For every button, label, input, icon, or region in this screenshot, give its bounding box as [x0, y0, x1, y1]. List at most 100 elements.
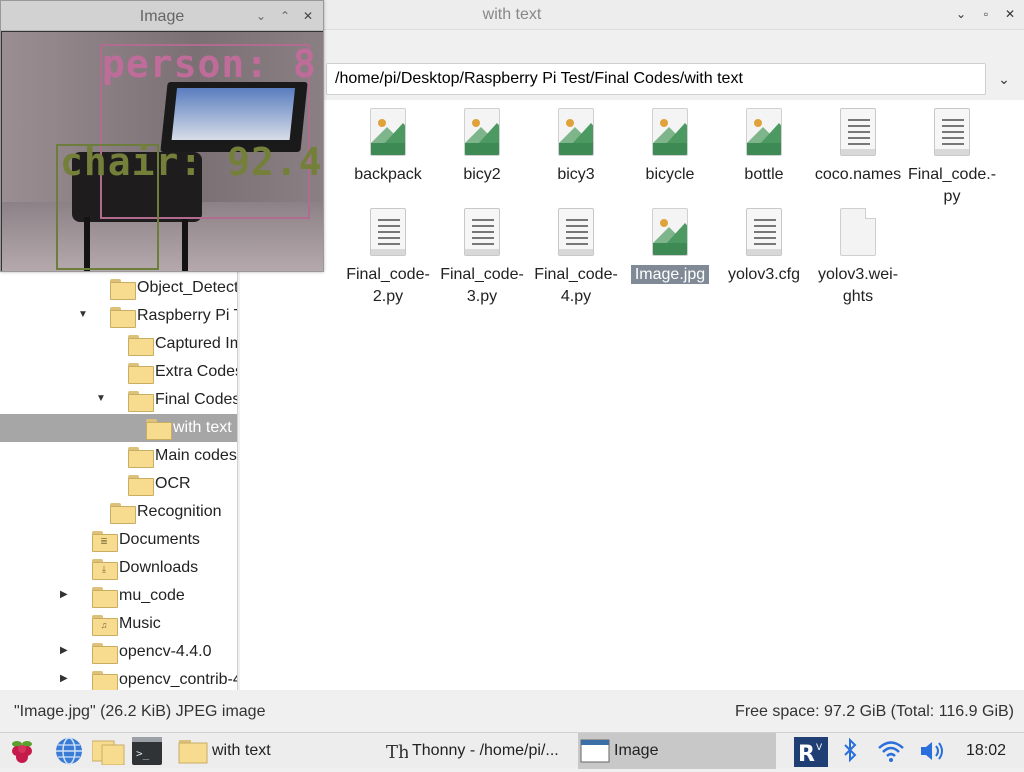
path-input[interactable]: [326, 63, 986, 95]
file-item[interactable]: Final_code.-py: [906, 108, 998, 208]
file-item[interactable]: Final_code- 3.py: [436, 208, 528, 308]
file-name: Image.jpg: [624, 264, 716, 286]
text-file-icon: [840, 108, 876, 156]
file-item[interactable]: coco.names: [812, 108, 904, 186]
taskbar-task[interactable]: Th Thonny - /home/pi/...: [380, 733, 576, 769]
file-item[interactable]: bicy3: [530, 108, 622, 186]
folder-icon: [92, 587, 118, 608]
file-item[interactable]: yolov3.wei-ghts: [812, 208, 904, 308]
file-item[interactable]: yolov3.cfg: [718, 208, 810, 286]
folder-icon: [110, 307, 136, 328]
image-maximize-button[interactable]: ⌃: [278, 9, 292, 23]
tree-item-label: Recognition: [137, 503, 222, 520]
file-name-line: py: [943, 188, 961, 205]
folder-icon: [128, 391, 154, 412]
image-file-icon: [370, 108, 406, 156]
file-name-text: bicycle: [645, 166, 695, 183]
file-name: bottle: [718, 164, 810, 186]
image-close-button[interactable]: ✕: [301, 9, 315, 23]
vnc-icon[interactable]: RV: [794, 737, 828, 767]
image-window-title-bar[interactable]: Image ⌄ ⌃ ✕: [1, 1, 323, 31]
file-item[interactable]: Final_code- 2.py: [342, 208, 434, 308]
file-name-text: bicy3: [557, 166, 595, 183]
tree-item[interactable]: with text: [0, 414, 237, 442]
file-item[interactable]: Image.jpg: [624, 208, 716, 286]
tree-item[interactable]: ▼ Raspberry Pi Tes: [0, 302, 237, 330]
tree-item[interactable]: ≣ Documents: [0, 526, 237, 554]
file-item[interactable]: backpack: [342, 108, 434, 186]
file-name: backpack: [342, 164, 434, 186]
tree-item-label: Object_Detection: [137, 279, 238, 296]
tree-item[interactable]: Main codes.py: [0, 442, 237, 470]
expanded-arrow-icon[interactable]: ▼: [78, 310, 88, 320]
tree-item[interactable]: ▶ mu_code: [0, 582, 237, 610]
image-file-icon: [464, 108, 500, 156]
tree-item[interactable]: Extra Codes: [0, 358, 237, 386]
tree-item-label: Main codes.py: [155, 447, 237, 464]
file-name-text: coco.names: [814, 166, 902, 183]
tree-item[interactable]: Recognition: [0, 498, 237, 526]
file-item[interactable]: bicy2: [436, 108, 528, 186]
taskbar-task-label: Thonny - /home/pi/...: [412, 742, 559, 759]
file-name-text: yolov3.cfg: [727, 266, 801, 283]
folder-icon: ⤓: [92, 559, 118, 580]
tree-item-label: Captured Imag: [155, 335, 237, 352]
expanded-arrow-icon[interactable]: ▼: [96, 394, 106, 404]
tree-item-label: Final Codes: [155, 391, 238, 408]
minimize-button[interactable]: ⌄: [954, 7, 968, 21]
close-button[interactable]: ✕: [1003, 7, 1017, 21]
chair-label: chair: 92.4: [60, 140, 323, 184]
file-item[interactable]: bicycle: [624, 108, 716, 186]
tree-item-label: OCR: [155, 475, 191, 492]
clock[interactable]: 18:02: [966, 733, 1016, 769]
image-window[interactable]: Image ⌄ ⌃ ✕ person: 8 chair: 92.4: [0, 0, 324, 272]
collapsed-arrow-icon[interactable]: ▶: [60, 646, 70, 656]
file-name-text: bottle: [744, 166, 784, 183]
image-window-title: Image: [139, 8, 185, 25]
collapsed-arrow-icon[interactable]: ▶: [60, 590, 70, 600]
taskbar-task[interactable]: Image: [578, 733, 776, 769]
tree-item[interactable]: ▶ opencv-4.4.0: [0, 638, 237, 666]
file-name-line: Final_code-: [534, 266, 618, 283]
file-name-line: Final_code.-: [907, 166, 997, 183]
terminal-icon[interactable]: >_: [132, 737, 162, 765]
bluetooth-icon[interactable]: [840, 737, 860, 765]
file-name-text: bicy2: [463, 166, 501, 183]
image-minimize-button[interactable]: ⌄: [254, 9, 268, 23]
file-name: yolov3.wei-ghts: [812, 264, 904, 308]
taskbar-task[interactable]: with text: [176, 733, 372, 769]
tree-item[interactable]: Captured Imag: [0, 330, 237, 358]
web-browser-icon[interactable]: [54, 737, 84, 765]
tree-item-label: Music: [119, 615, 161, 632]
maximize-button[interactable]: ▫: [979, 7, 993, 21]
raspberry-menu-icon[interactable]: [8, 737, 36, 765]
file-grid[interactable]: backpack bicy2 bicy3 bicycle bottle coco.name…: [240, 100, 1024, 690]
path-dropdown-button[interactable]: ⌄: [990, 66, 1018, 92]
volume-icon[interactable]: [918, 737, 948, 765]
file-name-text: backpack: [354, 166, 422, 183]
tree-item[interactable]: OCR: [0, 470, 237, 498]
tree-item[interactable]: ▼ Final Codes: [0, 386, 238, 414]
collapsed-arrow-icon[interactable]: ▶: [60, 674, 70, 684]
tree-item[interactable]: Object_Detection: [0, 274, 238, 302]
tree-item[interactable]: ▶ opencv_contrib-4.4.: [0, 666, 237, 690]
tree-item-label: Downloads: [119, 559, 199, 576]
tree-item[interactable]: ⤓ Downloads: [0, 554, 237, 582]
status-selection: "Image.jpg" (26.2 KiB) JPEG image: [14, 703, 266, 720]
text-file-icon: [370, 208, 406, 256]
file-item[interactable]: bottle: [718, 108, 810, 186]
file-item[interactable]: Final_code- 4.py: [530, 208, 622, 308]
wifi-icon[interactable]: [876, 737, 906, 765]
file-name: Final_code.-py: [906, 164, 998, 208]
tree-item[interactable]: ♫ Music: [0, 610, 237, 638]
file-manager-icon[interactable]: [91, 737, 126, 766]
folder-icon: [128, 363, 154, 384]
directory-tree[interactable]: Object_Detection ▼ Raspberry Pi Tes Capture…: [0, 270, 238, 690]
text-file-icon: [746, 208, 782, 256]
status-free-space: Free space: 97.2 GiB (Total: 116.9 GiB): [735, 703, 1014, 720]
file-name-line: 3.py: [466, 288, 498, 305]
vnc-text: V: [816, 743, 823, 753]
folder-icon: [110, 503, 136, 524]
tree-item-label: Documents: [119, 531, 200, 548]
taskbar-task-label: Image: [614, 742, 659, 759]
